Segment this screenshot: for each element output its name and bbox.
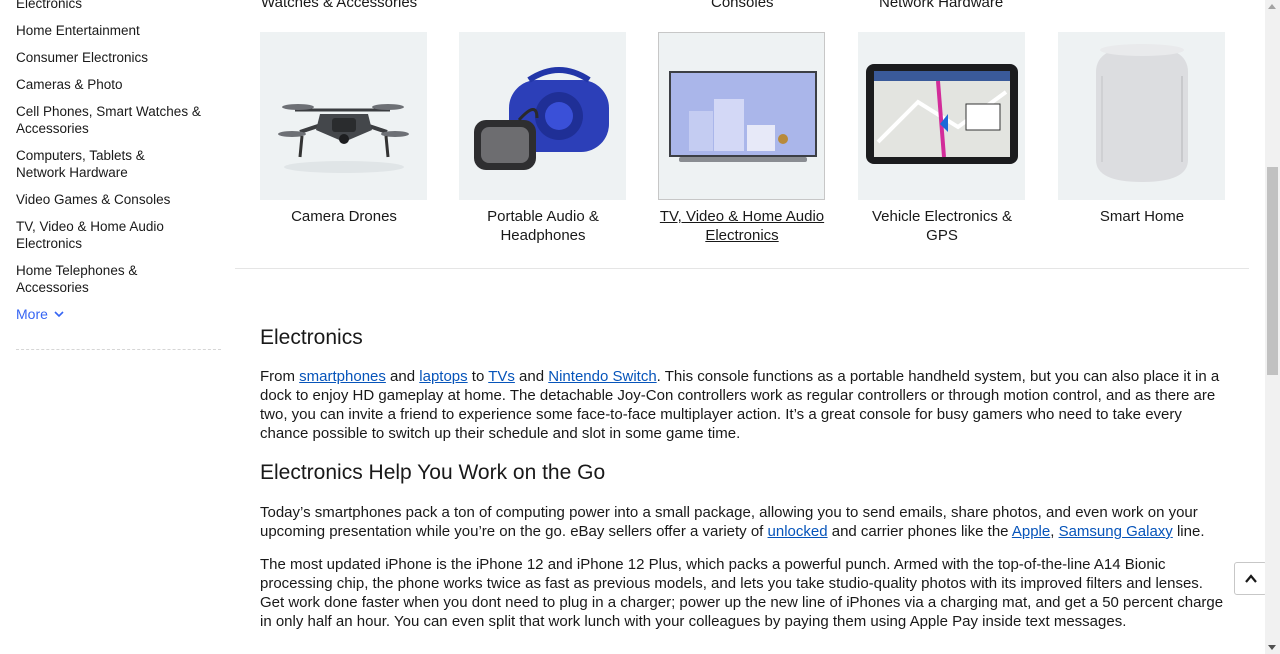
link-apple[interactable]: Apple bbox=[1012, 523, 1050, 540]
sidebar-item-tv-video[interactable]: TV, Video & Home Audio Electronics bbox=[16, 218, 181, 252]
link-nintendo-switch[interactable]: Nintendo Switch bbox=[548, 368, 656, 385]
text: and bbox=[385, 368, 420, 385]
tile-tv-video[interactable]: TV, Video & Home Audio Electronics bbox=[658, 32, 826, 245]
vertical-scrollbar[interactable] bbox=[1265, 0, 1280, 654]
link-unlocked[interactable]: unlocked bbox=[768, 523, 828, 540]
tile-portable-audio[interactable]: Portable Audio & Headphones bbox=[459, 32, 627, 245]
camera-drone-image bbox=[260, 32, 427, 200]
link-laptops[interactable]: laptops bbox=[419, 368, 467, 385]
section-heading: Electronics Help You Work on the Go bbox=[260, 461, 606, 484]
scroll-down-arrow-icon[interactable] bbox=[1268, 645, 1276, 650]
scrollbar-thumb[interactable] bbox=[1267, 167, 1278, 375]
link-tvs[interactable]: TVs bbox=[488, 368, 515, 385]
text: to bbox=[467, 368, 489, 385]
tile-label[interactable]: Portable Audio & Headphones bbox=[459, 207, 627, 245]
sidebar-divider bbox=[16, 349, 221, 350]
article-heading: Electronics bbox=[260, 326, 363, 349]
link-smartphones[interactable]: smartphones bbox=[299, 368, 386, 385]
article-paragraph-1: From smartphones and laptops to TVs and … bbox=[260, 367, 1226, 443]
portable-speaker-image bbox=[459, 32, 626, 200]
tile-label[interactable]: Vehicle Electronics & GPS bbox=[858, 207, 1026, 245]
text: From bbox=[260, 368, 300, 385]
back-to-top-button[interactable] bbox=[1234, 562, 1267, 595]
tile-vehicle-electronics[interactable]: Vehicle Electronics & GPS bbox=[858, 32, 1026, 245]
article-paragraph-3: The most updated iPhone is the iPhone 12… bbox=[260, 555, 1226, 631]
work-on-go-section: Electronics Help You Work on the Go bbox=[260, 461, 1226, 485]
television-image bbox=[658, 32, 825, 200]
sidebar-item-computers[interactable]: Computers, Tablets & Network Hardware bbox=[16, 147, 166, 181]
sidebar-item-cameras-photo[interactable]: Cameras & Photo bbox=[16, 76, 123, 93]
arrow-up-icon bbox=[1244, 573, 1257, 583]
tile-camera-drones[interactable]: Camera Drones bbox=[260, 32, 428, 226]
tile-label-consoles[interactable]: Consoles bbox=[711, 0, 774, 12]
electronics-article: Electronics bbox=[260, 326, 1226, 350]
sidebar-more-button[interactable]: More bbox=[16, 306, 64, 322]
text: and bbox=[514, 368, 549, 385]
tile-smart-home[interactable]: Smart Home bbox=[1058, 32, 1226, 226]
link-samsung-galaxy[interactable]: Samsung Galaxy bbox=[1059, 523, 1173, 540]
chevron-down-icon bbox=[54, 310, 64, 317]
text: and carrier phones like the bbox=[827, 523, 1012, 540]
paragraph-text: The most updated iPhone is the iPhone 12… bbox=[260, 556, 1224, 630]
sidebar-item-consumer-electronics[interactable]: Consumer Electronics bbox=[16, 49, 148, 66]
sidebar-item-home-entertainment[interactable]: Home Entertainment bbox=[16, 22, 140, 39]
smart-speaker-image bbox=[1058, 32, 1225, 200]
sidebar-item-home-telephones[interactable]: Home Telephones & Accessories bbox=[16, 262, 156, 296]
tile-label-network-hardware[interactable]: Network Hardware bbox=[879, 0, 1003, 12]
tile-label[interactable]: Camera Drones bbox=[260, 207, 428, 226]
tile-label[interactable]: Smart Home bbox=[1058, 207, 1226, 226]
tile-label[interactable]: TV, Video & Home Audio Electronics bbox=[658, 207, 826, 245]
sidebar-item-electronics[interactable]: Electronics bbox=[16, 0, 82, 12]
scroll-up-arrow-icon[interactable] bbox=[1268, 4, 1276, 9]
sidebar-item-video-games[interactable]: Video Games & Consoles bbox=[16, 191, 170, 208]
sidebar-item-cell-phones[interactable]: Cell Phones, Smart Watches & Accessories bbox=[16, 103, 206, 137]
text: , bbox=[1050, 523, 1059, 540]
section-divider bbox=[235, 268, 1249, 269]
article-paragraph-2: Today’s smartphones pack a ton of comput… bbox=[260, 503, 1226, 541]
tile-label-watches-accessories[interactable]: Watches & Accessories bbox=[261, 0, 417, 12]
more-label: More bbox=[16, 306, 48, 322]
gps-device-image bbox=[858, 32, 1025, 200]
text: line. bbox=[1172, 523, 1205, 540]
